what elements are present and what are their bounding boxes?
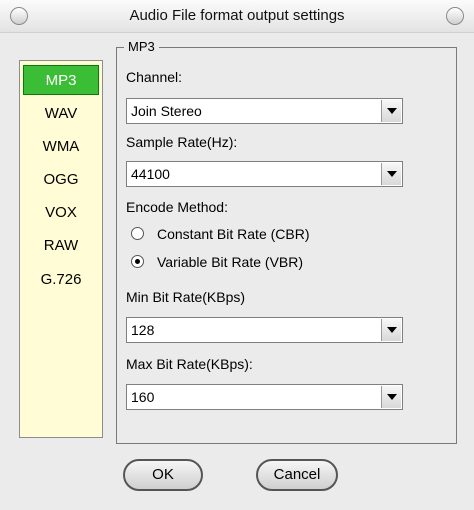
cbr-radio-label: Constant Bit Rate (CBR) (157, 226, 310, 242)
format-item-wma[interactable]: WMA (23, 132, 99, 162)
format-item-ogg[interactable]: OGG (23, 165, 99, 195)
format-item-raw[interactable]: RAW (23, 231, 99, 261)
radio-unchecked-icon[interactable] (131, 227, 144, 240)
max-bitrate-select[interactable]: 160 (126, 384, 403, 410)
cancel-button[interactable]: Cancel (256, 459, 338, 491)
title-bar: Audio File format output settings (0, 0, 474, 33)
settings-dialog: Audio File format output settings MP3 WA… (0, 0, 474, 510)
chevron-down-icon[interactable] (381, 100, 401, 122)
min-bitrate-label: Min Bit Rate(KBps) (126, 289, 246, 305)
sample-rate-value: 44100 (131, 166, 170, 182)
vbr-radio-label: Variable Bit Rate (VBR) (157, 254, 304, 270)
min-bitrate-select[interactable]: 128 (126, 317, 403, 343)
min-bitrate-value: 128 (131, 322, 155, 338)
chevron-down-icon[interactable] (381, 386, 401, 408)
format-item-g726[interactable]: G.726 (23, 265, 99, 295)
channel-value: Join Stereo (131, 103, 202, 119)
channel-select[interactable]: Join Stereo (126, 98, 403, 124)
format-item-vox[interactable]: VOX (23, 198, 99, 228)
format-item-wav[interactable]: WAV (23, 99, 99, 129)
sample-rate-label: Sample Rate(Hz): (126, 134, 238, 150)
ok-button[interactable]: OK (123, 459, 203, 491)
max-bitrate-label: Max Bit Rate(KBps): (126, 356, 253, 372)
chevron-down-icon[interactable] (381, 163, 401, 185)
encode-method-label: Encode Method: (126, 199, 228, 215)
format-list: MP3 WAV WMA OGG VOX RAW G.726 (19, 60, 103, 438)
radio-checked-icon[interactable] (131, 255, 144, 268)
chevron-down-icon[interactable] (381, 319, 401, 341)
close-icon[interactable] (446, 7, 464, 25)
max-bitrate-value: 160 (131, 389, 155, 405)
group-title: MP3 (124, 39, 159, 54)
sample-rate-select[interactable]: 44100 (126, 161, 403, 187)
window-title: Audio File format output settings (129, 7, 345, 24)
channel-label: Channel: (126, 69, 183, 85)
format-item-mp3[interactable]: MP3 (23, 65, 99, 95)
